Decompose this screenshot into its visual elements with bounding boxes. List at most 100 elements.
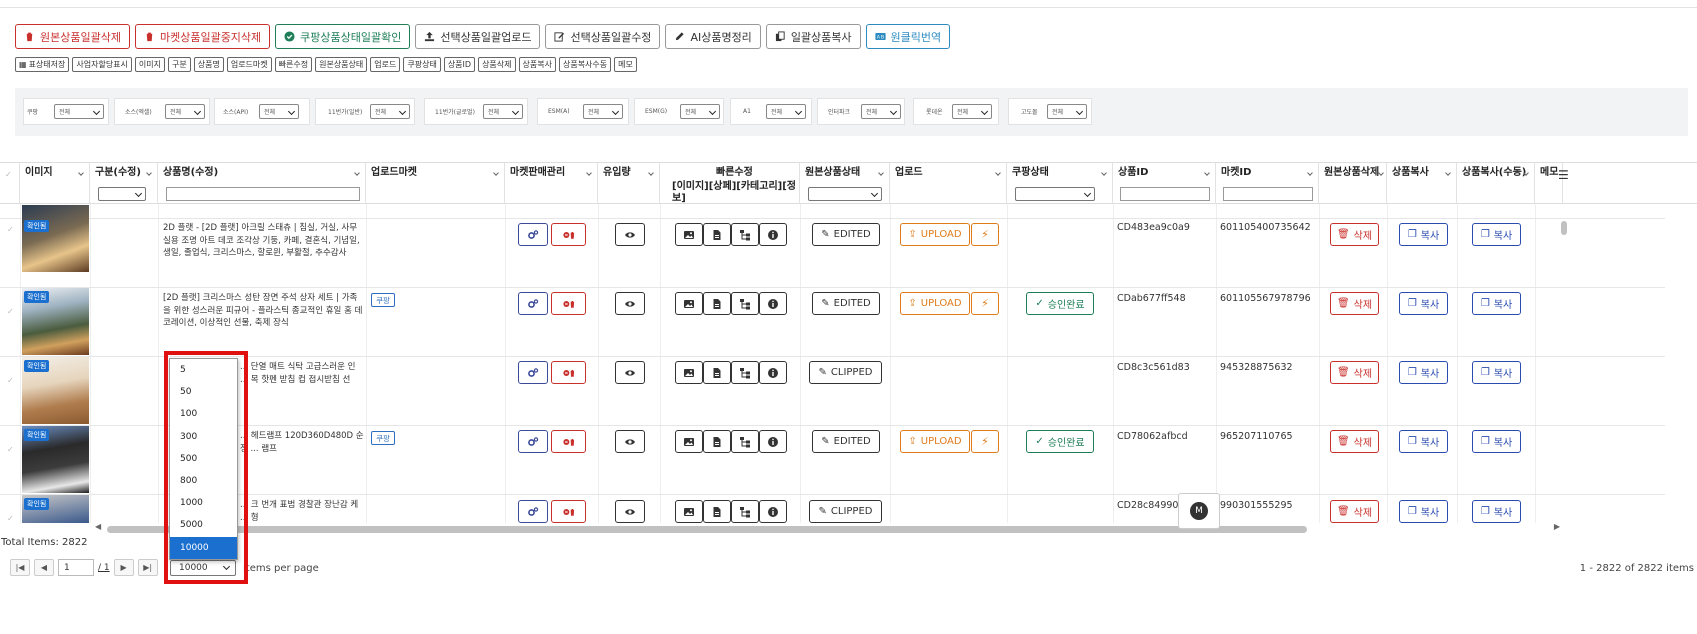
table-row[interactable]: ✓ 확인됨 [2D 플랫] 크리스마스 성탄 장면 주석 상자 세트 | 가족을… xyxy=(0,287,1665,356)
product-id-filter-input[interactable] xyxy=(1120,187,1210,201)
market-settings-button[interactable] xyxy=(518,292,548,315)
quick-edit-info-button[interactable] xyxy=(759,361,787,384)
filter-select[interactable]: 전체 xyxy=(1047,104,1087,119)
upload-button[interactable]: ⇪ UPLOAD xyxy=(900,292,970,315)
upload-button[interactable]: ⇪ UPLOAD xyxy=(900,430,970,453)
scroll-left-arrow-icon[interactable]: ◀ xyxy=(95,522,101,531)
column-toggle[interactable]: 상품복사 xyxy=(518,57,556,72)
row-checkbox[interactable]: ✓ xyxy=(7,445,14,454)
quick-edit-category-button[interactable] xyxy=(731,361,759,384)
quick-edit-info-button[interactable] xyxy=(759,500,787,523)
product-name[interactable]: ... 크 번개 표범 경찰관 장난감 케 ... 형 xyxy=(240,499,365,523)
quick-edit-category-button[interactable] xyxy=(731,500,759,523)
filter-select[interactable]: 전체 xyxy=(370,104,410,119)
coupang-status-approved[interactable]: ✓ 승인완료 xyxy=(1026,430,1094,453)
header-product-name[interactable]: 상품명(수정) xyxy=(158,163,366,204)
product-name[interactable]: [2D 플랫] 크리스마스 성탄 장면 주석 상자 세트 | 가족을 위한 성스… xyxy=(163,292,363,330)
copy-manual-button[interactable]: ❐ 복사 xyxy=(1472,223,1521,246)
copy-manual-button[interactable]: ❐ 복사 xyxy=(1472,500,1521,523)
scroll-right-arrow-icon[interactable]: ▶ xyxy=(1554,522,1560,531)
grid-menu-icon[interactable]: ☰ xyxy=(1558,168,1569,182)
header-image[interactable]: 이미지 xyxy=(20,163,90,204)
header-select-all[interactable]: ✓ xyxy=(0,163,20,204)
ai-name-cleanup-button[interactable]: AI상품명정리 xyxy=(665,24,761,49)
inflow-view-button[interactable] xyxy=(615,361,645,384)
inflow-view-button[interactable] xyxy=(615,292,645,315)
header-copy-manual[interactable]: 상품복사(수동) xyxy=(1457,163,1535,204)
filter-select[interactable]: 전체 xyxy=(680,104,720,119)
filter-select[interactable]: 전체 xyxy=(259,104,299,119)
bulk-stop-delete-market-button[interactable]: 마켓상품일괄중지삭제 xyxy=(134,24,271,49)
market-settings-button[interactable] xyxy=(518,223,548,246)
column-toggle[interactable]: 상품삭제 xyxy=(478,57,516,72)
quick-edit-detail-button[interactable] xyxy=(703,292,731,315)
quick-edit-detail-button[interactable] xyxy=(703,430,731,453)
copy-button[interactable]: ❐ 복사 xyxy=(1399,430,1448,453)
quick-edit-image-button[interactable] xyxy=(675,500,703,523)
horizontal-scroll-thumb[interactable] xyxy=(107,526,1307,533)
next-page-button[interactable]: ▶ xyxy=(113,559,134,576)
market-id-filter-input[interactable] xyxy=(1223,187,1313,201)
category-filter-select[interactable] xyxy=(98,187,146,201)
quick-edit-image-button[interactable] xyxy=(675,292,703,315)
vertical-scroll-thumb[interactable] xyxy=(1561,221,1567,235)
row-checkbox[interactable]: ✓ xyxy=(7,376,14,385)
copy-manual-button[interactable]: ❐ 복사 xyxy=(1472,292,1521,315)
header-origin-status[interactable]: 원본상품상태 xyxy=(800,163,890,204)
market-stop-delete-button[interactable] xyxy=(551,500,586,523)
product-name[interactable]: ... 헤드램프 120D360D480D 순정 ... 램프 xyxy=(240,430,365,455)
quick-edit-category-button[interactable] xyxy=(731,292,759,315)
filter-select[interactable]: 전체 xyxy=(766,104,806,119)
header-inflow[interactable]: 유입량 xyxy=(598,163,660,204)
column-menu-icon[interactable] xyxy=(354,170,360,176)
upload-button[interactable]: ⇪ UPLOAD xyxy=(900,223,970,246)
column-toggle[interactable]: 상품복사수동 xyxy=(558,57,612,72)
quick-upload-button[interactable]: ⚡ xyxy=(971,292,999,315)
header-category[interactable]: 구분(수정) xyxy=(90,163,158,204)
market-stop-delete-button[interactable] xyxy=(551,223,586,246)
vertical-scrollbar[interactable] xyxy=(1558,205,1568,521)
horizontal-scrollbar[interactable]: ◀ ▶ xyxy=(92,522,1562,533)
origin-status-button[interactable]: ✎ CLIPPED xyxy=(809,361,882,384)
delete-button[interactable]: 🗑 삭제 xyxy=(1330,361,1379,384)
copy-manual-button[interactable]: ❐ 복사 xyxy=(1472,361,1521,384)
floating-assistant-button[interactable]: M xyxy=(1178,493,1220,529)
quick-edit-info-button[interactable] xyxy=(759,430,787,453)
coupang-status-check-button[interactable]: 쿠팡상품상태일괄확인 xyxy=(275,24,411,49)
filter-select[interactable]: 전체 xyxy=(483,104,523,119)
column-toggle-save-state[interactable]: ▦ 표상태저장 xyxy=(15,57,70,72)
market-settings-button[interactable] xyxy=(518,361,548,384)
copy-button[interactable]: ❐ 복사 xyxy=(1399,361,1448,384)
quick-edit-image-button[interactable] xyxy=(675,430,703,453)
one-click-translate-button[interactable]: A B 원클릭번역 xyxy=(865,24,951,49)
origin-status-button[interactable]: ✎ CLIPPED xyxy=(809,500,882,523)
copy-button[interactable]: ❐ 복사 xyxy=(1399,500,1448,523)
market-settings-button[interactable] xyxy=(518,500,548,523)
delete-button[interactable]: 🗑 삭제 xyxy=(1330,223,1379,246)
header-market-sales[interactable]: 마켓판매관리 xyxy=(505,163,598,204)
column-toggle[interactable]: 구분 xyxy=(168,57,191,72)
origin-status-button[interactable]: ✎ EDITED xyxy=(812,430,880,453)
market-settings-button[interactable] xyxy=(518,430,548,453)
column-menu-icon[interactable] xyxy=(493,170,499,176)
quick-edit-category-button[interactable] xyxy=(731,223,759,246)
copy-button[interactable]: ❐ 복사 xyxy=(1399,292,1448,315)
table-row[interactable]: ✓ 확인됨 ... 크 번개 표범 경찰관 장난감 케 ... 형 ✎ CLIPP… xyxy=(0,494,1665,523)
column-menu-icon[interactable] xyxy=(1204,170,1210,176)
header-upload[interactable]: 업로드 xyxy=(890,163,1007,204)
product-name-filter-input[interactable] xyxy=(166,187,360,201)
header-product-id[interactable]: 상품ID xyxy=(1113,163,1216,204)
inflow-view-button[interactable] xyxy=(615,500,645,523)
quick-edit-info-button[interactable] xyxy=(759,292,787,315)
column-toggle[interactable]: 업로드마켓 xyxy=(226,57,272,72)
coupang-status-filter-select[interactable] xyxy=(1015,187,1095,201)
quick-upload-button[interactable]: ⚡ xyxy=(971,430,999,453)
column-toggle[interactable]: 빠른수정 xyxy=(274,57,313,72)
column-menu-icon[interactable] xyxy=(78,170,84,176)
filter-select[interactable]: 전체 xyxy=(861,104,901,119)
origin-status-button[interactable]: ✎ EDITED xyxy=(812,223,880,246)
copy-manual-button[interactable]: ❐ 복사 xyxy=(1472,430,1521,453)
delete-button[interactable]: 🗑 삭제 xyxy=(1330,430,1379,453)
product-name[interactable]: ... 단열 매트 식탁 고급스러운 인 ... 목 핫펜 받침 컵 접시받침 … xyxy=(240,361,365,386)
row-checkbox[interactable]: ✓ xyxy=(7,307,14,316)
